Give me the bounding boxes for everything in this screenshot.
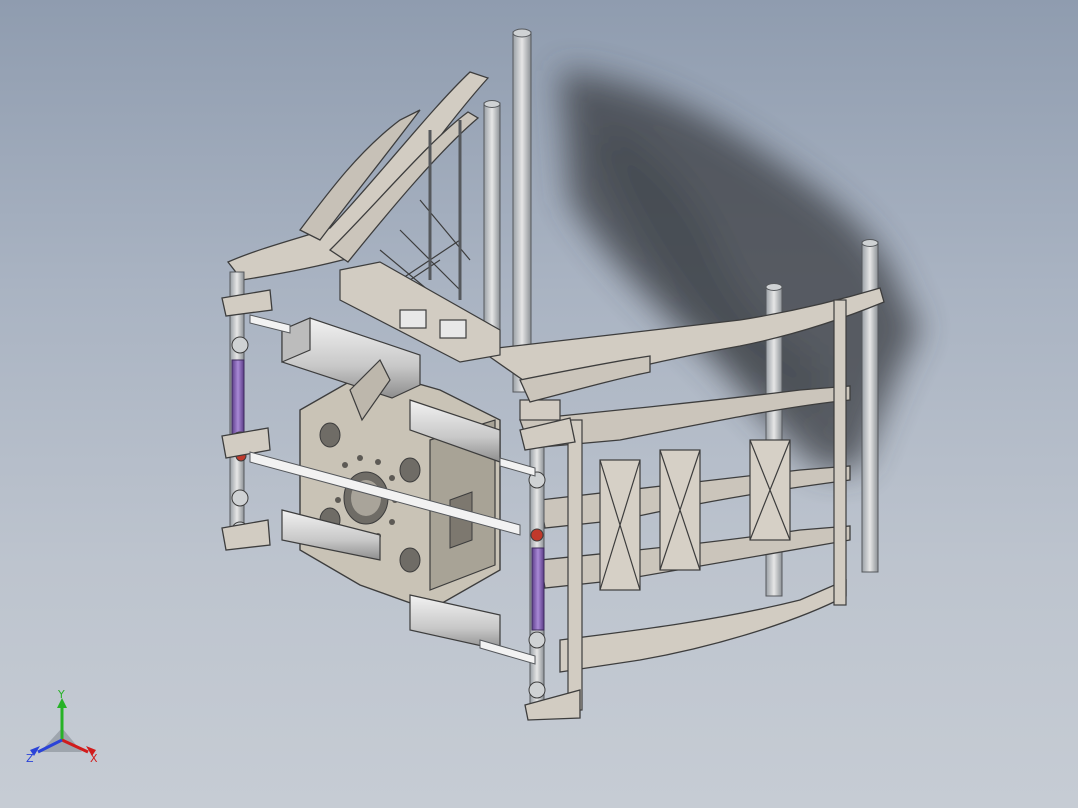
right-frame-bracing xyxy=(599,439,791,591)
center-plate xyxy=(299,369,501,611)
view-orientation-triad[interactable]: Y X Z xyxy=(22,690,112,770)
3d-model-view[interactable] xyxy=(0,0,1078,808)
graphics-viewport[interactable]: Y X Z xyxy=(0,0,1078,808)
top-left-arm xyxy=(226,71,490,281)
x-axis-label: X xyxy=(90,752,98,765)
z-axis-label: Z xyxy=(26,752,34,765)
y-axis-label: Y xyxy=(57,690,65,701)
